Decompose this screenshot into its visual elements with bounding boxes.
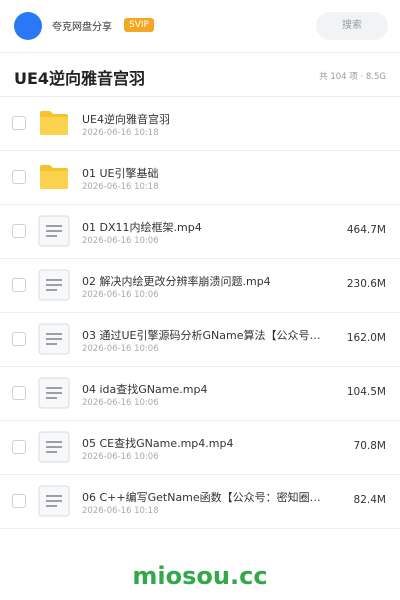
file-name: 01 UE引擎基础: [82, 167, 159, 180]
folder-meta: 共 104 项 · 8.5G: [319, 72, 386, 82]
avatar[interactable]: [14, 12, 42, 40]
file-row[interactable]: 03 通过UE引擎源码分析GName算法【公众号：… 2026-06-16 10…: [0, 313, 400, 367]
file-date: 2026-06-16 10:06: [82, 398, 159, 408]
file-size: 82.4M: [353, 494, 386, 506]
file-name: 04 ida查找GName.mp4: [82, 383, 208, 396]
row-checkbox[interactable]: [12, 332, 26, 346]
watermark: miosou.cc: [132, 562, 268, 590]
file-row[interactable]: UE4逆向雅音宫羽 2026-06-16 10:18: [0, 97, 400, 151]
file-name: 03 通过UE引擎源码分析GName算法【公众号：…: [82, 329, 328, 342]
file-row[interactable]: 02 解决内绘更改分辨率崩溃问题.mp4 2026-06-16 10:06 23…: [0, 259, 400, 313]
file-date: 2026-06-16 10:06: [82, 344, 159, 354]
document-icon: [38, 377, 70, 409]
folder-header: UE4逆向雅音宫羽 共 104 项 · 8.5G: [0, 53, 400, 97]
file-row[interactable]: 05 CE查找GName.mp4.mp4 2026-06-16 10:06 70…: [0, 421, 400, 475]
file-row[interactable]: 04 ida查找GName.mp4 2026-06-16 10:06 104.5…: [0, 367, 400, 421]
document-icon: [38, 431, 70, 463]
document-icon: [38, 323, 70, 355]
brand-name: 夸克网盘分享: [52, 22, 112, 33]
file-size: 162.0M: [346, 332, 386, 344]
document-icon: [38, 485, 70, 517]
file-date: 2026-06-16 10:06: [82, 290, 159, 300]
row-checkbox[interactable]: [12, 170, 26, 184]
file-row[interactable]: 06 C++编写GetName函数【公众号：密知圈… 2026-06-16 10…: [0, 475, 400, 529]
row-checkbox[interactable]: [12, 224, 26, 238]
top-bar: 夸克网盘分享 SVIP 搜索: [0, 0, 400, 53]
file-size: 464.7M: [346, 224, 386, 236]
document-icon: [38, 269, 70, 301]
search-input[interactable]: 搜索: [316, 12, 388, 40]
file-date: 2026-06-16 10:18: [82, 182, 159, 192]
file-name: 02 解决内绘更改分辨率崩溃问题.mp4: [82, 275, 271, 288]
file-list: UE4逆向雅音宫羽 2026-06-16 10:18 01 UE引擎基础 202…: [0, 97, 400, 529]
file-size: 70.8M: [353, 440, 386, 452]
row-checkbox[interactable]: [12, 386, 26, 400]
folder-title: UE4逆向雅音宫羽: [14, 69, 146, 88]
document-icon: [38, 215, 70, 247]
folder-icon: [38, 161, 70, 193]
row-checkbox[interactable]: [12, 116, 26, 130]
row-checkbox[interactable]: [12, 278, 26, 292]
row-checkbox[interactable]: [12, 494, 26, 508]
svip-badge: SVIP: [124, 18, 154, 32]
file-name: 05 CE查找GName.mp4.mp4: [82, 437, 234, 450]
file-date: 2026-06-16 10:06: [82, 236, 159, 246]
file-name: UE4逆向雅音宫羽: [82, 113, 170, 126]
file-date: 2026-06-16 10:06: [82, 452, 159, 462]
share-page: 夸克网盘分享 SVIP 搜索 UE4逆向雅音宫羽 共 104 项 · 8.5G …: [0, 0, 400, 600]
file-date: 2026-06-16 10:18: [82, 128, 159, 138]
file-size: 104.5M: [346, 386, 386, 398]
file-name: 06 C++编写GetName函数【公众号：密知圈…: [82, 491, 321, 504]
file-size: 230.6M: [346, 278, 386, 290]
file-date: 2026-06-16 10:18: [82, 506, 159, 516]
file-row[interactable]: 01 DX11内绘框架.mp4 2026-06-16 10:06 464.7M: [0, 205, 400, 259]
row-checkbox[interactable]: [12, 440, 26, 454]
folder-icon: [38, 107, 70, 139]
file-name: 01 DX11内绘框架.mp4: [82, 221, 202, 234]
file-row[interactable]: 01 UE引擎基础 2026-06-16 10:18: [0, 151, 400, 205]
